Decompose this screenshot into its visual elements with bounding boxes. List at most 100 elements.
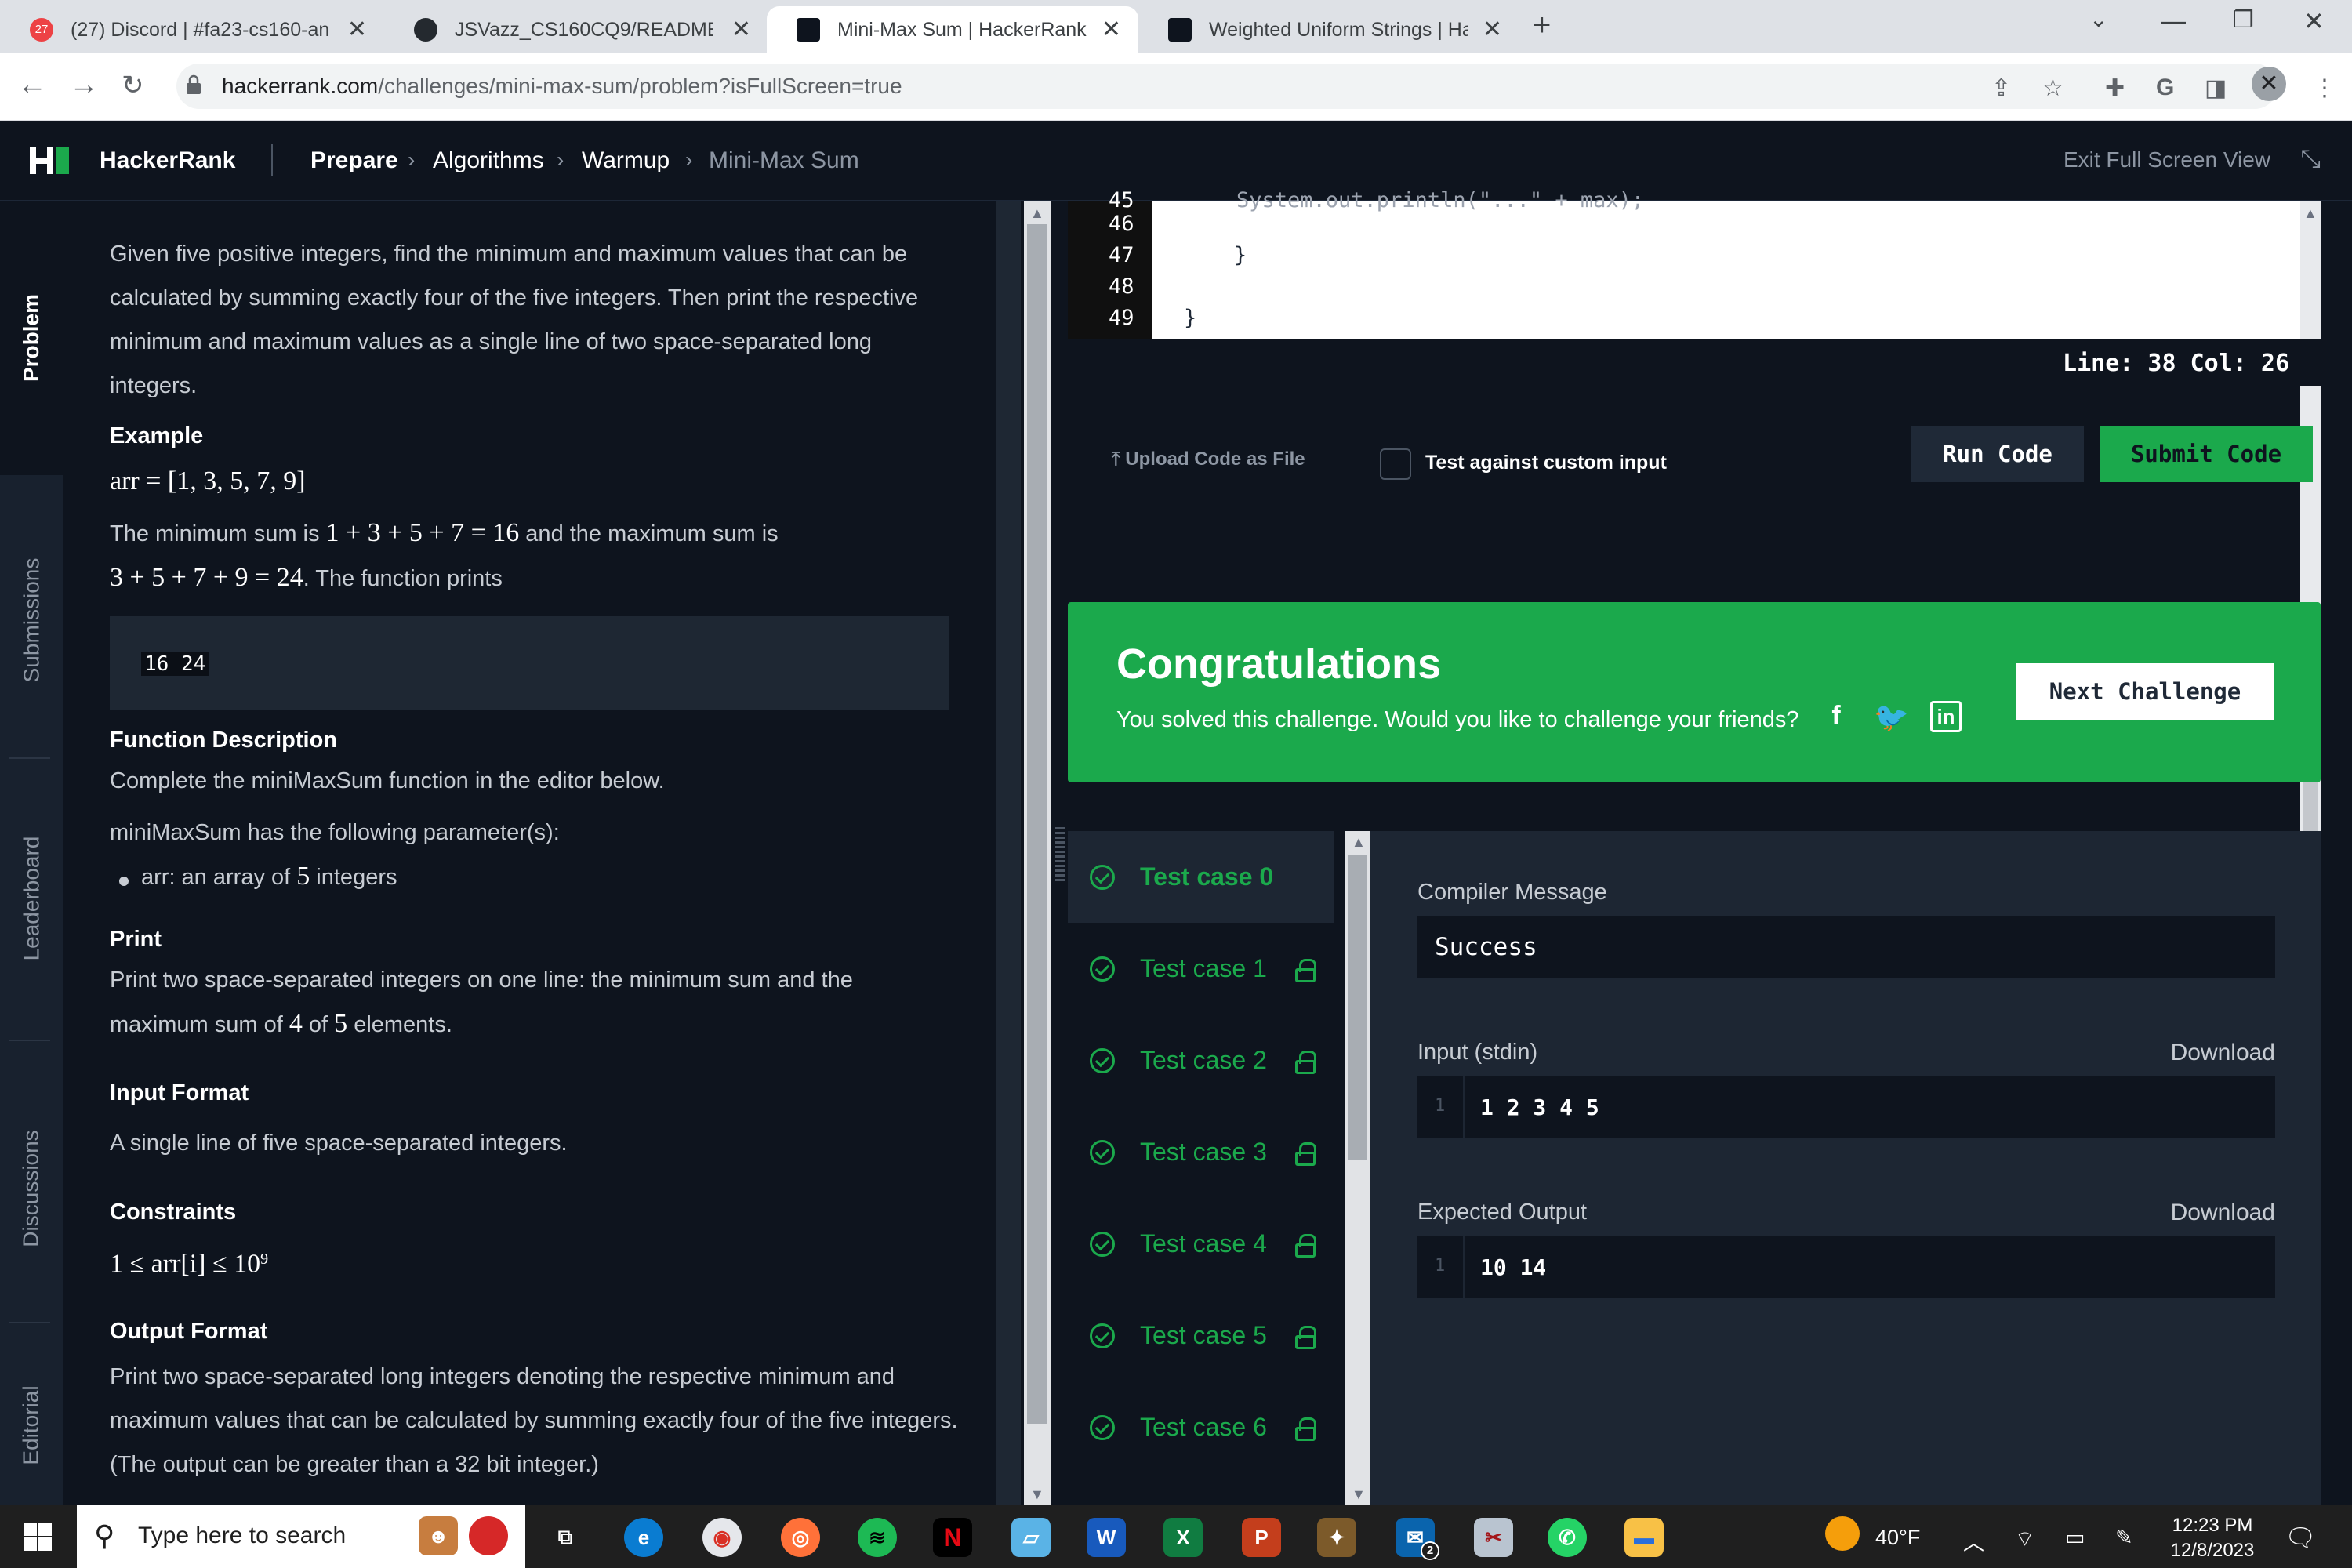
side-panel-icon[interactable]: ◨ bbox=[2205, 74, 2227, 102]
tab-github[interactable]: JSVazz_CS160CQ9/README.md ✕ bbox=[384, 6, 768, 53]
submit-code-button[interactable]: Submit Code bbox=[2100, 426, 2313, 482]
test-case-4[interactable]: Test case 4 bbox=[1068, 1198, 1334, 1290]
spotify-icon[interactable]: ≋ bbox=[858, 1518, 897, 1557]
scroll-down-icon[interactable]: ▼ bbox=[1030, 1486, 1044, 1503]
scroll-down-icon[interactable]: ▼ bbox=[1352, 1486, 1366, 1503]
scrollbar-thumb[interactable] bbox=[1027, 224, 1047, 1424]
powerpoint-icon[interactable]: P bbox=[1242, 1518, 1281, 1557]
custom-input-checkbox[interactable] bbox=[1380, 448, 1411, 480]
test-case-5[interactable]: Test case 5 bbox=[1068, 1290, 1334, 1381]
scrollbar-thumb[interactable] bbox=[1348, 855, 1367, 1160]
snipping-tool-icon[interactable]: ✂ bbox=[1474, 1518, 1513, 1557]
next-challenge-button[interactable]: Next Challenge bbox=[2016, 663, 2274, 720]
chrome-icon[interactable]: ◉ bbox=[702, 1518, 742, 1557]
restore-icon[interactable]: ❐ bbox=[2233, 6, 2254, 34]
whatsapp-icon[interactable]: ✆ bbox=[1548, 1518, 1587, 1557]
scroll-up-icon[interactable]: ▲ bbox=[2303, 205, 2318, 222]
run-code-button[interactable]: Run Code bbox=[1911, 426, 2084, 482]
hackerrank-logo-icon[interactable] bbox=[30, 147, 71, 174]
back-icon[interactable]: ← bbox=[17, 68, 47, 102]
grammarly-icon[interactable]: G bbox=[2156, 74, 2174, 101]
bookmark-star-icon[interactable]: ☆ bbox=[2042, 74, 2063, 102]
tab-discord[interactable]: 27 (27) Discord | #fa23-cs160-anno ✕ bbox=[0, 6, 384, 53]
output-format-text: Print two space-separated long integers … bbox=[110, 1364, 958, 1477]
tab-discussions[interactable]: Discussions bbox=[0, 1047, 63, 1330]
check-circle-icon bbox=[1090, 956, 1115, 982]
line-separator bbox=[1463, 1236, 1465, 1298]
tab-editorial[interactable]: Editorial bbox=[0, 1345, 63, 1505]
exit-full-screen-link[interactable]: Exit Full Screen View bbox=[2063, 147, 2270, 172]
weather-icon[interactable] bbox=[1825, 1516, 1860, 1551]
file-explorer-icon[interactable]: ▬ bbox=[1624, 1518, 1664, 1557]
breadcrumb-prepare[interactable]: Prepare bbox=[310, 147, 398, 174]
close-tab-icon[interactable]: ✕ bbox=[347, 16, 367, 43]
custom-input-label[interactable]: Test against custom input bbox=[1425, 452, 1667, 474]
problem-scrollbar-track[interactable] bbox=[996, 201, 1021, 1505]
new-tab-icon[interactable]: + bbox=[1533, 8, 1551, 43]
panel-resize-handle[interactable] bbox=[1055, 827, 1065, 882]
problem-scrollbar[interactable]: ▲ ▼ bbox=[1024, 201, 1051, 1505]
brand-name[interactable]: HackerRank bbox=[100, 147, 235, 174]
download-input-link[interactable]: Download bbox=[2171, 1040, 2275, 1066]
task-view-icon[interactable]: ⧉ bbox=[546, 1518, 585, 1557]
test-case-label: Test case 3 bbox=[1140, 1138, 1267, 1166]
code-editor[interactable]: 45 46 47 48 49 System.out.println("..." … bbox=[1068, 188, 2300, 339]
collapse-icon[interactable]: ⤡ bbox=[2300, 144, 2321, 174]
close-tab-icon[interactable]: ✕ bbox=[1483, 16, 1502, 43]
netflix-icon[interactable]: N bbox=[933, 1518, 972, 1557]
word-icon[interactable]: W bbox=[1087, 1518, 1126, 1557]
test-case-3[interactable]: Test case 3 bbox=[1068, 1106, 1334, 1198]
test-case-0[interactable]: Test case 0 bbox=[1068, 831, 1334, 923]
excel-icon[interactable]: X bbox=[1163, 1518, 1203, 1557]
test-case-list: Test case 0 Test case 1 Test case 2 Test… bbox=[1068, 831, 1334, 1505]
battery-icon[interactable]: ▭ bbox=[2065, 1526, 2085, 1550]
tab-problem[interactable]: Problem bbox=[0, 201, 63, 475]
system-clock[interactable]: 12:23 PM 12/8/2023 bbox=[2165, 1513, 2259, 1563]
notifications-icon[interactable]: 🗨 bbox=[2285, 1523, 2317, 1552]
download-expected-link[interactable]: Download bbox=[2171, 1200, 2275, 1226]
upload-code-button[interactable]: ⤒ Upload Code as File bbox=[1112, 448, 1305, 470]
test-case-1[interactable]: Test case 1 bbox=[1068, 923, 1334, 1014]
show-hidden-icons-icon[interactable]: ︿ bbox=[1963, 1526, 1984, 1556]
facebook-icon[interactable]: f bbox=[1820, 701, 1852, 732]
edge-icon[interactable]: e bbox=[624, 1518, 663, 1557]
weather-temperature[interactable]: 40°F bbox=[1875, 1526, 1920, 1550]
twitter-icon[interactable]: 🐦 bbox=[1874, 701, 1909, 733]
breadcrumb-warmup[interactable]: Warmup bbox=[582, 147, 670, 174]
windows-start-icon[interactable] bbox=[24, 1523, 52, 1551]
example-explanation: The minimum sum is 1 + 3 + 5 + 7 = 16 an… bbox=[110, 518, 779, 592]
tab-leaderboard[interactable]: Leaderboard bbox=[0, 765, 63, 1032]
notepad-icon[interactable]: ▱ bbox=[1011, 1518, 1051, 1557]
tab-mini-max-sum[interactable]: Mini-Max Sum | HackerRank ✕ bbox=[767, 6, 1138, 53]
tab-search-icon[interactable]: ⌄ bbox=[2089, 6, 2107, 32]
test-case-scrollbar[interactable]: ▲ ▼ bbox=[1345, 831, 1370, 1505]
address-bar[interactable]: hackerrank.com/challenges/mini-max-sum/p… bbox=[176, 64, 2278, 109]
reload-icon[interactable]: ↻ bbox=[122, 70, 144, 101]
breadcrumb-algorithms[interactable]: Algorithms bbox=[433, 147, 544, 174]
close-window-icon[interactable]: ✕ bbox=[2303, 6, 2325, 36]
example-array: arr = [1, 3, 5, 7, 9] bbox=[110, 466, 306, 495]
game-app-icon[interactable]: ✦ bbox=[1317, 1518, 1356, 1557]
pen-icon[interactable]: ✎ bbox=[2115, 1526, 2133, 1550]
browser-menu-icon[interactable]: ⋮ bbox=[2313, 74, 2336, 102]
wifi-icon[interactable]: ⌔ bbox=[2015, 1526, 2034, 1552]
scroll-up-icon[interactable]: ▲ bbox=[1352, 834, 1366, 851]
minimize-icon[interactable]: — bbox=[2161, 6, 2186, 35]
profile-avatar[interactable]: ✕ bbox=[2252, 67, 2286, 101]
close-tab-icon[interactable]: ✕ bbox=[731, 16, 751, 43]
scroll-up-icon[interactable]: ▲ bbox=[1030, 205, 1044, 222]
mail-icon[interactable]: ✉ 2 bbox=[1396, 1518, 1439, 1560]
tab-label: Leaderboard bbox=[19, 836, 43, 961]
test-case-6[interactable]: Test case 6 bbox=[1068, 1381, 1334, 1473]
expected-output-value: 10 14 bbox=[1480, 1254, 1547, 1280]
taskbar-search-box[interactable]: ⚲ Type here to search ☻ bbox=[77, 1505, 525, 1568]
firefox-icon[interactable]: ◎ bbox=[781, 1518, 820, 1557]
share-icon[interactable]: ⇪ bbox=[1991, 74, 2011, 102]
forward-icon[interactable]: → bbox=[69, 68, 99, 102]
tab-weighted-uniform-strings[interactable]: Weighted Uniform Strings | Hack ✕ bbox=[1138, 6, 1519, 53]
test-case-2[interactable]: Test case 2 bbox=[1068, 1014, 1334, 1106]
extensions-icon[interactable]: ✚ bbox=[2105, 74, 2125, 102]
tab-submissions[interactable]: Submissions bbox=[0, 475, 63, 765]
linkedin-icon[interactable]: in bbox=[1930, 701, 1962, 732]
close-tab-icon[interactable]: ✕ bbox=[1102, 16, 1121, 43]
